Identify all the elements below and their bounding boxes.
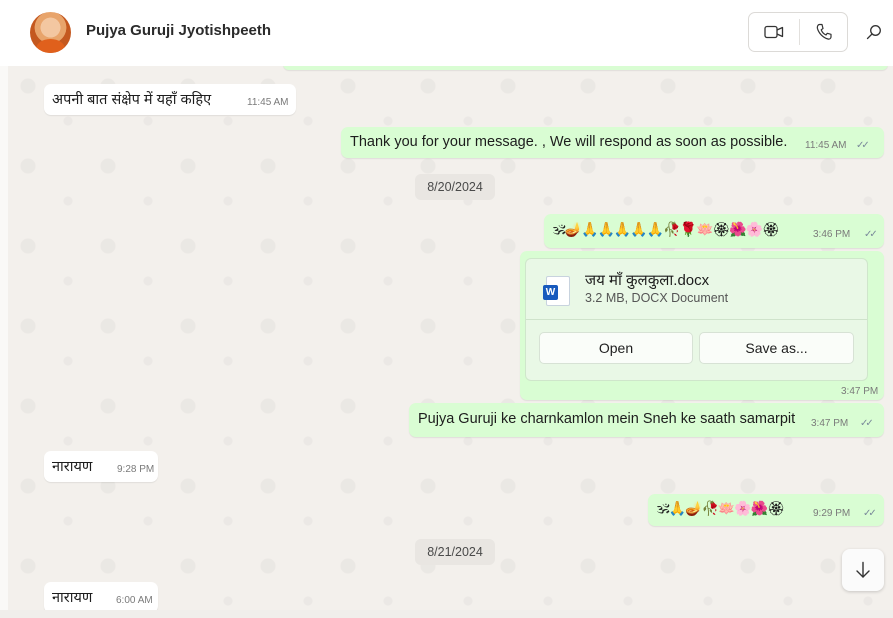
chat-header: Pujya Guruji Jyotishpeeth xyxy=(0,0,893,67)
message-outgoing[interactable]: 🕉🙏🪔🥀🪷🌸🌺🏵 9:29 PM ✓✓ xyxy=(648,494,884,526)
date-separator: 8/21/2024 xyxy=(415,539,495,565)
document-card[interactable]: W जय माँ कुलकुला.docx 3.2 MB, DOCX Docum… xyxy=(525,258,868,381)
search-icon xyxy=(866,25,881,40)
avatar[interactable] xyxy=(30,12,71,53)
message-outgoing[interactable]: 🕉🪔🙏🙏🙏🙏🙏🥀🌹🪷🏵🌺🌸🏵 3:46 PM ✓✓ xyxy=(544,214,884,248)
read-ticks-icon: ✓✓ xyxy=(864,229,878,240)
message-time: 9:29 PM xyxy=(813,508,851,519)
composer-edge xyxy=(0,610,893,618)
message-text: नारायण xyxy=(52,459,93,475)
message-time: 3:47 PM xyxy=(811,418,849,429)
document-filename: जय माँ कुलकुला.docx xyxy=(585,272,710,289)
read-ticks-icon: ✓✓ xyxy=(863,508,877,519)
message-incoming[interactable]: नारायण 9:28 PM xyxy=(44,451,158,482)
message-outgoing[interactable]: Pujya Guruji ke charnkamlon mein Sneh ke… xyxy=(409,403,884,437)
video-call-button[interactable] xyxy=(749,13,799,51)
message-text: 🕉🪔🙏🙏🙏🙏🙏🥀🌹🪷🏵🌺🌸🏵 xyxy=(553,221,780,237)
open-button[interactable]: Open xyxy=(539,332,693,364)
save-as-button[interactable]: Save as... xyxy=(699,332,854,364)
message-list[interactable]: अपनी बात संक्षेप में यहाँ कहिए 11:45 AM … xyxy=(8,66,893,610)
left-edge xyxy=(0,66,8,610)
message-time: 3:47 PM xyxy=(841,386,879,397)
message-text: Pujya Guruji ke charnkamlon mein Sneh ke… xyxy=(418,411,796,427)
message-time: 6:00 AM xyxy=(116,595,153,606)
word-document-icon: W xyxy=(543,276,570,306)
message-incoming[interactable]: अपनी बात संक्षेप में यहाँ कहिए 11:45 AM xyxy=(44,84,296,115)
call-button-group xyxy=(748,12,848,52)
document-message[interactable]: W जय माँ कुलकुला.docx 3.2 MB, DOCX Docum… xyxy=(520,251,884,400)
message-time: 11:45 AM xyxy=(805,140,847,151)
contact-name[interactable]: Pujya Guruji Jyotishpeeth xyxy=(86,22,271,39)
message-time: 3:46 PM xyxy=(813,229,851,240)
message-outgoing[interactable]: Thank you for your message. , We will re… xyxy=(341,127,884,158)
read-ticks-icon: ✓✓ xyxy=(860,418,874,429)
partial-message xyxy=(283,66,888,70)
message-time: 9:28 PM xyxy=(117,464,155,475)
message-incoming[interactable]: नारायण 6:00 AM xyxy=(44,582,158,610)
divider xyxy=(526,319,867,320)
message-text: अपनी बात संक्षेप में यहाँ कहिए xyxy=(52,92,212,108)
message-text: Thank you for your message. , We will re… xyxy=(350,134,788,150)
voice-call-button[interactable] xyxy=(799,13,849,51)
arrow-down-icon xyxy=(856,561,870,578)
message-text: नारायण xyxy=(52,590,93,606)
date-separator: 8/20/2024 xyxy=(415,174,495,200)
search-button[interactable] xyxy=(858,12,890,52)
word-logo: W xyxy=(543,285,558,300)
message-text: 🕉🙏🪔🥀🪷🌸🌺🏵 xyxy=(657,500,785,516)
read-ticks-icon: ✓✓ xyxy=(856,140,870,151)
video-call-icon xyxy=(764,25,784,39)
message-time: 11:45 AM xyxy=(247,97,289,108)
voice-call-icon xyxy=(816,23,832,40)
document-meta: 3.2 MB, DOCX Document xyxy=(585,291,729,305)
scroll-to-bottom-button[interactable] xyxy=(842,549,884,591)
